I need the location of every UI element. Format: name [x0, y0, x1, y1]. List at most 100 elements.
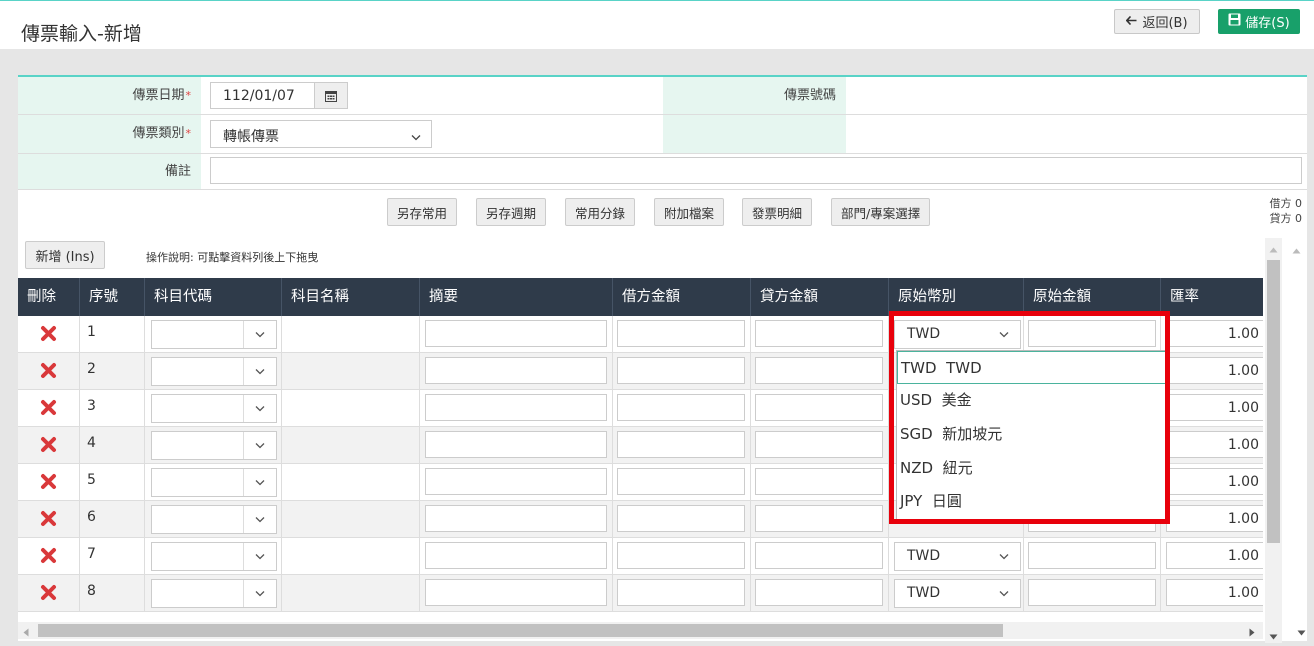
account-name-cell [282, 501, 420, 537]
account-code-select[interactable] [151, 505, 277, 534]
account-code-select[interactable] [151, 320, 277, 349]
currency-cell: TWD [889, 538, 1024, 574]
scroll-right-icon[interactable] [1249, 626, 1255, 641]
original-amount-cell [1024, 575, 1161, 611]
summary-input[interactable] [425, 431, 607, 458]
department-project-button[interactable]: 部門/專案選擇 [831, 198, 931, 226]
col-delete: 刪除 [18, 278, 80, 316]
account-code-select[interactable] [151, 468, 277, 497]
delete-x-icon[interactable] [40, 584, 57, 605]
delete-x-icon[interactable] [40, 473, 57, 494]
common-entries-button[interactable]: 常用分錄 [565, 198, 636, 226]
remark-label: 備註 [18, 154, 201, 189]
table-row[interactable]: 8 TWD 1.00 [18, 575, 1263, 612]
outer-scroll-down-icon[interactable] [1297, 625, 1306, 640]
original-amount-input[interactable] [1028, 542, 1156, 569]
summary-input[interactable] [425, 579, 607, 606]
credit-input[interactable] [755, 542, 883, 569]
calendar-icon[interactable] [314, 83, 347, 108]
delete-x-icon[interactable] [40, 399, 57, 420]
debit-total: 借方 0 [1269, 197, 1303, 210]
account-name-cell [282, 464, 420, 500]
account-name-cell [282, 390, 420, 426]
save-as-common-button[interactable]: 另存常用 [387, 198, 458, 226]
rate-value: 1.00 [1227, 437, 1259, 453]
account-code-select[interactable] [151, 542, 277, 571]
debit-input[interactable] [617, 431, 745, 458]
row-seq: 4 [87, 435, 96, 451]
account-code-select[interactable] [151, 431, 277, 460]
credit-input[interactable] [755, 394, 883, 421]
horizontal-scrollbar[interactable] [18, 622, 1263, 639]
vertical-scroll-thumb[interactable] [1267, 260, 1280, 543]
vertical-scrollbar[interactable] [1265, 238, 1282, 643]
summary-input[interactable] [425, 468, 607, 495]
debit-input[interactable] [617, 505, 745, 532]
currency-select[interactable]: TWD [894, 542, 1021, 571]
chevron-down-icon [988, 580, 1020, 607]
summary-input[interactable] [425, 542, 607, 569]
account-code-select[interactable] [151, 357, 277, 386]
rate-value: 1.00 [1227, 363, 1259, 379]
delete-x-icon[interactable] [40, 510, 57, 531]
debit-cell [613, 390, 751, 426]
save-as-periodic-button[interactable]: 另存週期 [476, 198, 547, 226]
credit-input[interactable] [755, 357, 883, 384]
debit-input[interactable] [617, 468, 745, 495]
remark-field[interactable] [210, 157, 1302, 184]
back-button[interactable]: 返回(B) [1114, 9, 1200, 34]
rate-input[interactable]: 1.00 [1166, 468, 1263, 495]
save-button[interactable]: 儲存(S) [1218, 9, 1300, 34]
credit-cell [751, 427, 889, 463]
voucher-type-select[interactable]: 轉帳傳票 [210, 120, 432, 148]
add-row-button[interactable]: 新增 (Ins) [25, 241, 105, 269]
scroll-down-icon[interactable] [1269, 629, 1278, 644]
credit-input[interactable] [755, 505, 883, 532]
account-code-select[interactable] [151, 394, 277, 423]
credit-input[interactable] [755, 320, 883, 347]
rate-input[interactable]: 1.00 [1166, 394, 1263, 421]
type-value: 轉帳傳票 [223, 129, 279, 145]
delete-x-icon[interactable] [40, 362, 57, 383]
summary-input[interactable] [425, 505, 607, 532]
debit-cell [613, 464, 751, 500]
invoice-details-button[interactable]: 發票明細 [742, 198, 813, 226]
debit-input[interactable] [617, 357, 745, 384]
rate-input[interactable]: 1.00 [1166, 542, 1263, 569]
delete-x-icon[interactable] [40, 547, 57, 568]
seq-cell: 4 [80, 427, 145, 463]
debit-input[interactable] [617, 320, 745, 347]
delete-x-icon[interactable] [40, 325, 57, 346]
original-amount-input[interactable] [1028, 579, 1156, 606]
credit-cell [751, 353, 889, 389]
summary-cell [420, 575, 613, 611]
credit-input[interactable] [755, 579, 883, 606]
summary-input[interactable] [425, 394, 607, 421]
delete-x-icon[interactable] [40, 436, 57, 457]
summary-input[interactable] [425, 357, 607, 384]
credit-input[interactable] [755, 468, 883, 495]
scroll-left-icon[interactable] [23, 626, 29, 641]
rate-input[interactable]: 1.00 [1166, 505, 1263, 532]
table-row[interactable]: 7 TWD 1.00 [18, 538, 1263, 575]
rate-input[interactable]: 1.00 [1166, 320, 1263, 347]
date-field[interactable]: 112/01/07 [210, 82, 348, 109]
account-name-cell [282, 316, 420, 352]
credit-input[interactable] [755, 431, 883, 458]
debit-input[interactable] [617, 394, 745, 421]
summary-cell [420, 501, 613, 537]
delete-cell [18, 501, 80, 537]
rate-input[interactable]: 1.00 [1166, 579, 1263, 606]
scroll-up-icon[interactable] [1269, 242, 1278, 257]
debit-input[interactable] [617, 579, 745, 606]
account-code-select[interactable] [151, 579, 277, 608]
horizontal-scroll-thumb[interactable] [38, 624, 1003, 637]
rate-input[interactable]: 1.00 [1166, 431, 1263, 458]
outer-scroll-up-icon[interactable] [1292, 243, 1301, 258]
attach-file-button[interactable]: 附加檔案 [654, 198, 725, 226]
currency-select[interactable]: TWD [894, 579, 1021, 608]
debit-input[interactable] [617, 542, 745, 569]
seq-cell: 8 [80, 575, 145, 611]
rate-input[interactable]: 1.00 [1166, 357, 1263, 384]
summary-input[interactable] [425, 320, 607, 347]
